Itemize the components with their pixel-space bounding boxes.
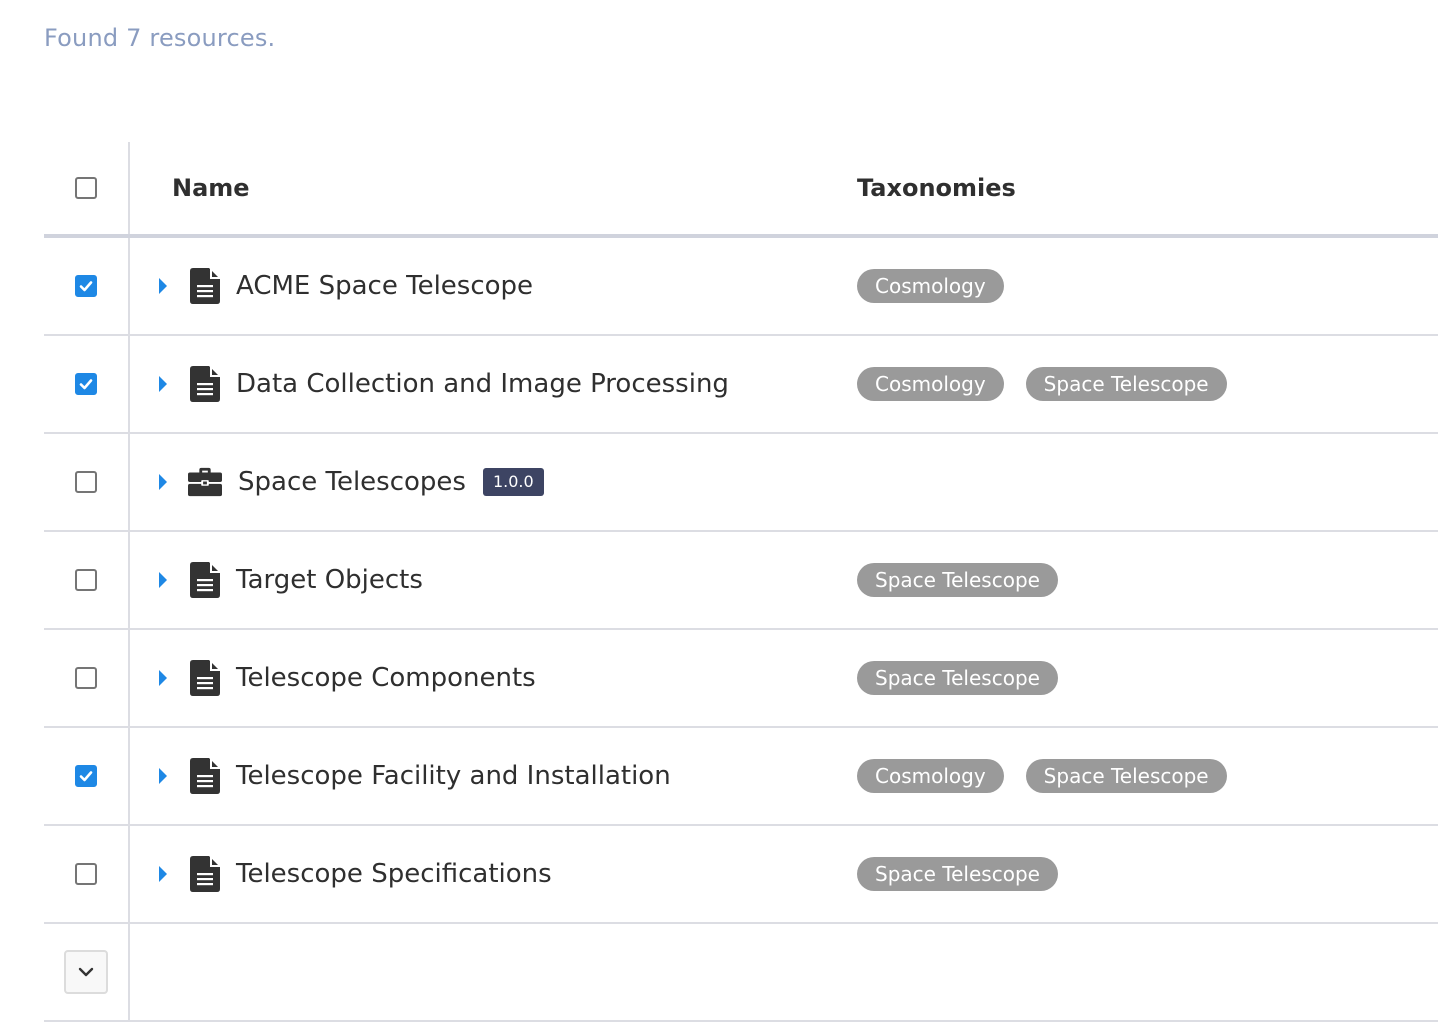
resource-name-link[interactable]: Data Collection and Image Processing: [236, 369, 729, 399]
column-header-taxonomies[interactable]: Taxonomies: [857, 174, 1016, 202]
document-icon: [188, 562, 222, 598]
expand-caret-icon[interactable]: [158, 473, 170, 491]
expand-caret-icon[interactable]: [158, 375, 170, 393]
expand-caret-icon[interactable]: [158, 669, 170, 687]
briefcase-icon: [188, 464, 222, 500]
taxonomy-pill[interactable]: Space Telescope: [857, 563, 1058, 597]
row-checkbox[interactable]: [75, 373, 97, 395]
checkmark-icon: [79, 771, 93, 782]
row-checkbox[interactable]: [75, 863, 97, 885]
taxonomy-pill[interactable]: Space Telescope: [857, 857, 1058, 891]
table-row[interactable]: Space Telescopes 1.0.0: [44, 434, 1438, 532]
document-icon: [188, 268, 222, 304]
checkmark-icon: [79, 379, 93, 390]
table-row[interactable]: Telescope Components Space Telescope: [44, 630, 1438, 728]
expand-caret-icon[interactable]: [158, 277, 170, 295]
resource-name-link[interactable]: Telescope Specifications: [236, 859, 552, 889]
chevron-down-icon: [78, 967, 94, 977]
table-row[interactable]: Telescope Specifications Space Telescope: [44, 826, 1438, 924]
version-badge: 1.0.0: [482, 468, 544, 496]
taxonomy-pill[interactable]: Cosmology: [857, 759, 1004, 793]
taxonomy-pill[interactable]: Cosmology: [857, 269, 1004, 303]
resource-name-link[interactable]: Telescope Facility and Installation: [236, 761, 671, 791]
taxonomy-pill[interactable]: Space Telescope: [857, 661, 1058, 695]
row-checkbox[interactable]: [75, 275, 97, 297]
row-checkbox[interactable]: [75, 471, 97, 493]
document-icon: [188, 366, 222, 402]
expand-caret-icon[interactable]: [158, 767, 170, 785]
row-checkbox[interactable]: [75, 667, 97, 689]
taxonomy-pill[interactable]: Cosmology: [857, 367, 1004, 401]
table-header: Name Taxonomies: [44, 142, 1438, 238]
document-icon: [188, 856, 222, 892]
taxonomy-pill[interactable]: Space Telescope: [1025, 759, 1227, 793]
table-row[interactable]: Telescope Facility and Installation Cosmo…: [44, 728, 1438, 826]
expand-caret-icon[interactable]: [158, 571, 170, 589]
table-footer: [44, 924, 1438, 1022]
checkmark-icon: [79, 281, 93, 292]
row-checkbox[interactable]: [75, 765, 97, 787]
table-row[interactable]: Target Objects Space Telescope: [44, 532, 1438, 630]
expand-more-button[interactable]: [64, 950, 108, 994]
resource-name-link[interactable]: Target Objects: [236, 565, 423, 595]
row-checkbox[interactable]: [75, 569, 97, 591]
expand-caret-icon[interactable]: [158, 865, 170, 883]
taxonomy-pill[interactable]: Space Telescope: [1025, 367, 1227, 401]
select-all-checkbox[interactable]: [75, 177, 97, 199]
table-row[interactable]: Data Collection and Image Processing Cosm…: [44, 336, 1438, 434]
resource-name-link[interactable]: ACME Space Telescope: [236, 271, 533, 301]
document-icon: [188, 660, 222, 696]
results-count: Found 7 resources.: [44, 24, 276, 52]
column-header-name[interactable]: Name: [158, 174, 250, 202]
document-icon: [188, 758, 222, 794]
table-row[interactable]: ACME Space Telescope Cosmology: [44, 238, 1438, 336]
resources-table: Name Taxonomies ACME Space Telescope Cosm…: [44, 142, 1438, 1022]
resource-name-link[interactable]: Telescope Components: [236, 663, 536, 693]
resource-name-link[interactable]: Space Telescopes: [238, 467, 466, 497]
select-all-cell: [44, 142, 130, 234]
